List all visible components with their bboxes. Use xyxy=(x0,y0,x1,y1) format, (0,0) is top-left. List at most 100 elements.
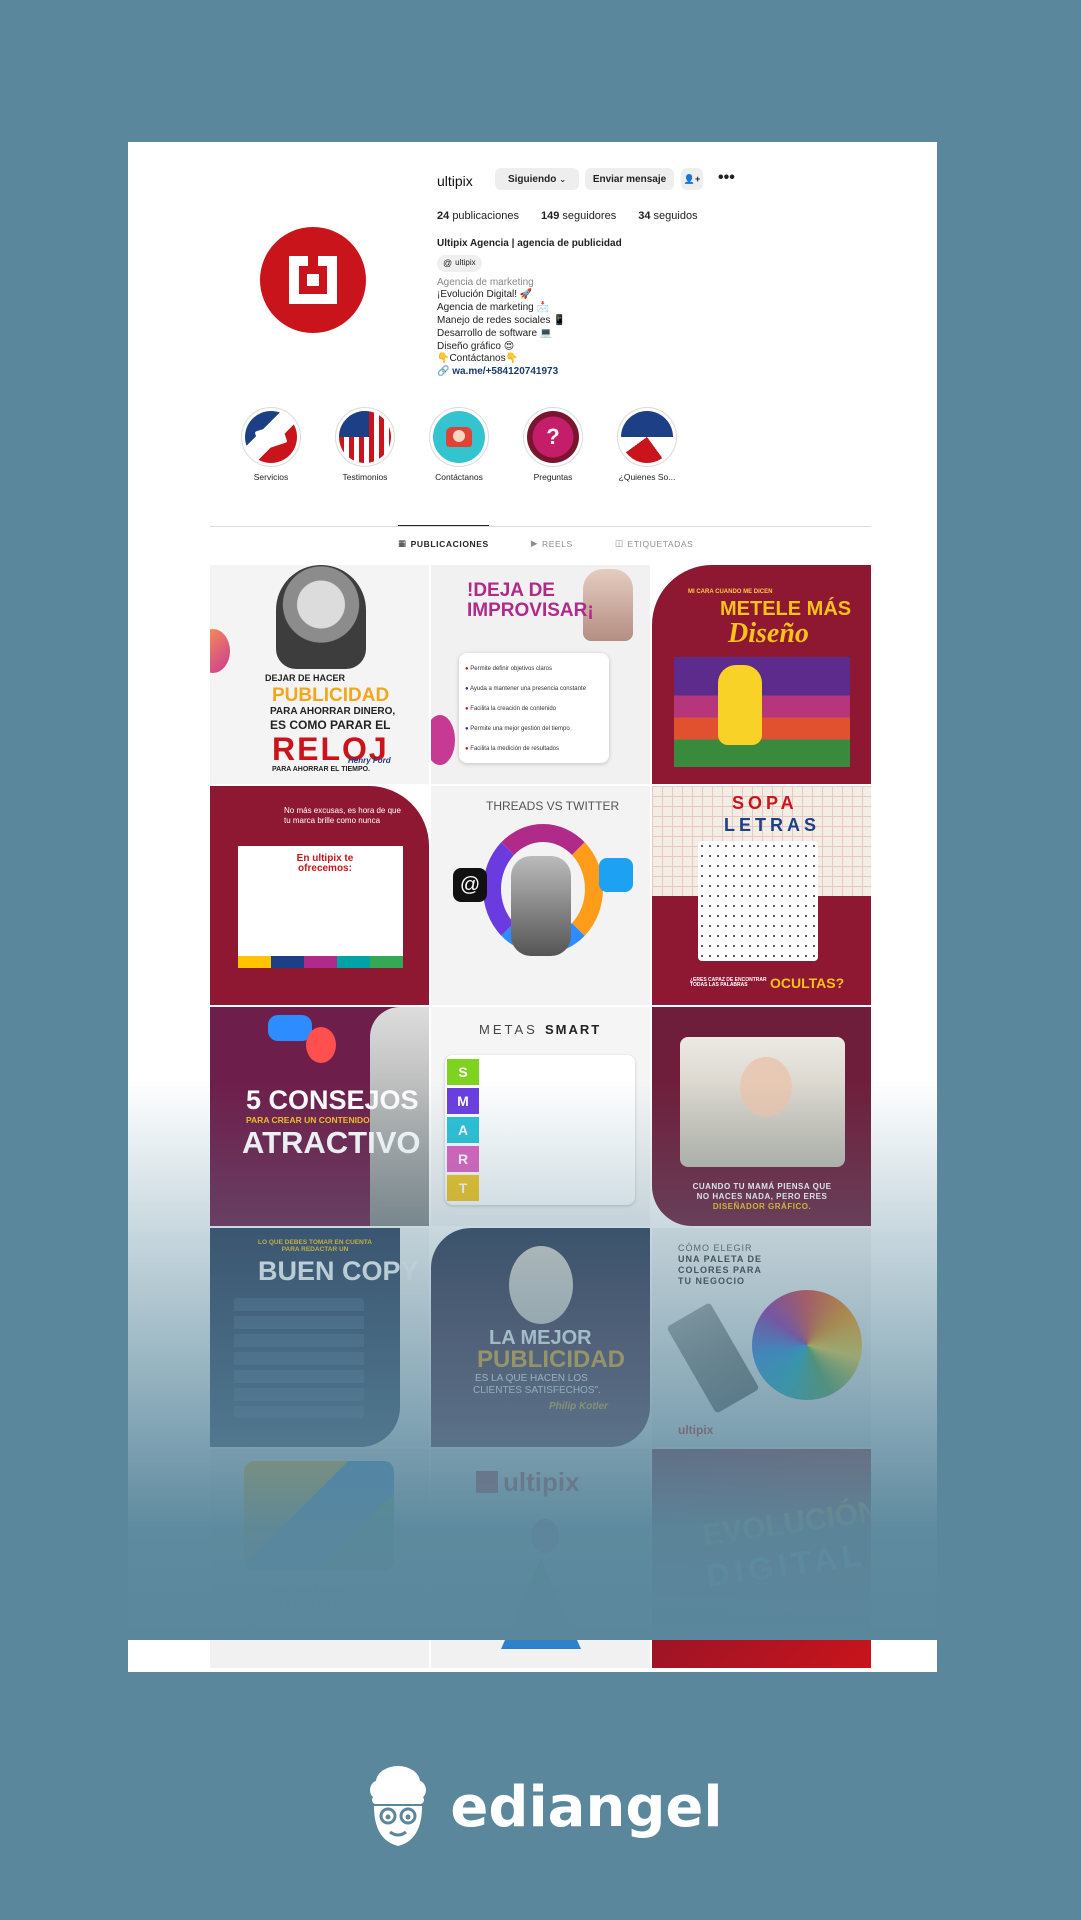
highlight-label: Servicios xyxy=(253,472,289,482)
list-item: ● Permite una mejor gestión del tiempo xyxy=(465,726,570,732)
post-text: DEJAR DE HACER xyxy=(265,673,346,683)
highlight-contactanos[interactable]: Contáctanos xyxy=(429,407,489,482)
watermark-text: ediangel xyxy=(450,1774,723,1840)
post-text: CLIENTES SATISFECHOS". xyxy=(473,1385,601,1396)
post-text: THREADS VS TWITTER xyxy=(486,799,620,813)
highlight-servicios[interactable]: Servicios xyxy=(241,407,301,482)
post-text: Philip Kotler xyxy=(549,1401,608,1412)
add-user-icon: 👤+ xyxy=(683,173,701,184)
list-item: ● Ayuda a mantener una presencia constan… xyxy=(465,686,586,692)
post-text: CUANDO TU MAMÁ PIENSA QUE xyxy=(692,1182,832,1191)
post-evolucion-digital[interactable]: EVOLUCIÓN DIGITAL xyxy=(652,1449,871,1668)
link-icon: 🔗 xyxy=(437,366,450,378)
post-text: ¿ERES CAPAZ DE ENCONTRAR TODAS LAS PALAB… xyxy=(690,977,767,988)
list-item: ● Permite definir objetivos claros xyxy=(465,666,552,672)
following-button[interactable]: Siguiendo ⌄ xyxy=(495,168,579,190)
post-text: PARA AHORRAR DINERO, xyxy=(270,706,396,717)
post-text: ATRACTIVO xyxy=(242,1125,421,1160)
post-servicios[interactable]: No más excusas, es hora de que tu marca … xyxy=(210,786,429,1005)
threads-icon: @ xyxy=(453,868,487,902)
post-text: SERVICIOS xyxy=(276,1598,352,1608)
post-buen-copy[interactable]: LO QUE DEBES TOMAR EN CUENTA PARA REDACT… xyxy=(210,1228,429,1447)
post-text: R xyxy=(447,1146,479,1172)
bio-line: Agencia de marketing 📩 xyxy=(437,302,549,314)
portrait-image xyxy=(276,565,366,669)
post-text: Diseño xyxy=(728,618,809,649)
post-text: TU NEGOCIO xyxy=(678,1276,746,1286)
profile-link[interactable]: 🔗 wa.me/+584120741973 xyxy=(437,366,622,379)
post-deja-de-improvisar[interactable]: !DEJA DE IMPROVISAR¡ ● Permite definir o… xyxy=(431,565,650,784)
highlight-label: Contáctanos xyxy=(435,472,483,482)
bio-line: 👇Contáctanos👇 xyxy=(437,353,519,365)
posts-stat[interactable]: 24 publicaciones xyxy=(437,210,519,222)
watermark: ediangel xyxy=(0,1762,1081,1852)
twitter-icon xyxy=(599,858,633,892)
profile-bio: Ultipix Agencia | agencia de publicidad … xyxy=(437,238,622,379)
followers-stat[interactable]: 149 seguidores xyxy=(541,210,616,222)
post-text: CÓMO ELEGIR xyxy=(678,1243,753,1253)
post-text: NUESTROS xyxy=(276,1586,351,1596)
send-message-button[interactable]: Enviar mensaje xyxy=(585,168,674,190)
post-text: T xyxy=(447,1175,479,1201)
post-text: OCULTAS? xyxy=(770,975,845,991)
more-options-icon[interactable]: ••• xyxy=(718,169,735,187)
post-5-consejos[interactable]: 5 CONSEJOS PARA CREAR UN CONTENIDO ATRAC… xyxy=(210,1007,429,1226)
tag-icon: ◫ xyxy=(614,538,624,548)
posts-grid: DEJAR DE HACER PUBLICIDAD PARA AHORRAR D… xyxy=(210,565,871,1668)
post-text: Henry Ford xyxy=(348,756,391,765)
post-text: COLORES PARA xyxy=(678,1265,762,1275)
highlight-preguntas[interactable]: ? Preguntas xyxy=(523,407,583,482)
post-text: NO HACES NADA, PERO ERES xyxy=(696,1192,828,1201)
post-text: 5 CONSEJOS xyxy=(246,1085,419,1115)
add-user-button[interactable]: 👤+ xyxy=(681,168,703,190)
post-text: SOPA xyxy=(732,793,798,813)
highlight-label: Testimonios xyxy=(342,472,388,482)
post-sopa-de-letras[interactable]: SOPA LETRAS ¿ERES CAPAZ DE ENCONTRAR TOD… xyxy=(652,786,871,1005)
tab-etiquetadas[interactable]: ◫ ETIQUETADAS xyxy=(615,526,694,549)
post-text: MI CARA CUANDO ME DICEN xyxy=(688,589,773,595)
post-text: PUBLICIDAD xyxy=(272,685,390,706)
post-text: UNA PALETA DE xyxy=(678,1254,762,1264)
following-stat[interactable]: 34 seguidos xyxy=(638,210,697,222)
post-text: LETRAS xyxy=(724,815,820,835)
tab-reels[interactable]: ▶ REELS xyxy=(531,526,573,549)
post-text: PARA AHORRAR EL TIEMPO. xyxy=(272,766,371,773)
post-text: A xyxy=(447,1117,479,1143)
profile-stats: 24 publicaciones 149 seguidores 34 segui… xyxy=(437,210,698,222)
post-threads-vs-twitter[interactable]: THREADS VS TWITTER @ xyxy=(431,786,650,1005)
post-paleta-colores[interactable]: CÓMO ELEGIR UNA PALETA DE COLORES PARA T… xyxy=(652,1228,871,1447)
post-text: ES COMO PARAR EL xyxy=(270,718,391,732)
tab-publicaciones[interactable]: ▦ PUBLICACIONES xyxy=(398,525,489,549)
list-item: ● Facilita la creación de contenido xyxy=(465,706,557,712)
post-metele-mas-diseno[interactable]: MI CARA CUANDO ME DICEN METELE MÁS Diseñ… xyxy=(652,565,871,784)
ediangel-mascot-icon xyxy=(370,1766,427,1846)
post-text: M xyxy=(447,1088,479,1114)
post-text: METAS xyxy=(479,1022,538,1037)
post-ultipix-brand[interactable]: ultipix xyxy=(431,1449,650,1668)
bio-line: Diseño gráfico 😍 xyxy=(437,340,515,352)
ultipix-logo-icon xyxy=(476,1471,498,1493)
post-nuestros-servicios[interactable]: NUESTROS SERVICIOS xyxy=(210,1449,429,1668)
bio-line: Desarrollo de software 💻 xyxy=(437,327,553,339)
post-text: !DEJA DE xyxy=(467,580,555,601)
post-text: PUBLICIDAD xyxy=(477,1346,625,1373)
post-metas-smart[interactable]: METAS SMART S M A R T xyxy=(431,1007,650,1226)
profile-avatar[interactable] xyxy=(260,227,366,333)
following-button-label: Siguiendo xyxy=(507,173,557,185)
post-henry-ford[interactable]: DEJAR DE HACER PUBLICIDAD PARA AHORRAR D… xyxy=(210,565,429,784)
post-text: LO QUE DEBES TOMAR EN CUENTA PARA REDACT… xyxy=(258,1239,372,1253)
post-text: DISEÑADOR GRÁFICO. xyxy=(712,1202,812,1211)
post-text: ES LA QUE HACEN LOS xyxy=(475,1373,588,1384)
post-text: IMPROVISAR¡ xyxy=(467,600,594,621)
post-text: S xyxy=(447,1059,479,1085)
threads-icon: @ xyxy=(443,257,453,268)
bio-line: Manejo de redes sociales 📱 xyxy=(437,314,566,326)
threads-badge[interactable]: @ ultipix xyxy=(437,254,482,272)
story-highlights: Servicios Testimonios Contáctanos ? Preg… xyxy=(241,407,677,482)
highlight-testimonios[interactable]: Testimonios xyxy=(335,407,395,482)
post-meme-disenador[interactable]: CUANDO TU MAMÁ PIENSA QUE NO HACES NADA,… xyxy=(652,1007,871,1226)
post-la-mejor-publicidad[interactable]: LA MEJOR PUBLICIDAD ES LA QUE HACEN LOS … xyxy=(431,1228,650,1447)
bio-line: ¡Evolución Digital! 🚀 xyxy=(437,289,533,301)
post-text: En ultipix te ofrecemos: xyxy=(296,853,354,874)
highlight-quienes-somos[interactable]: ¿Quienes So... xyxy=(617,407,677,482)
